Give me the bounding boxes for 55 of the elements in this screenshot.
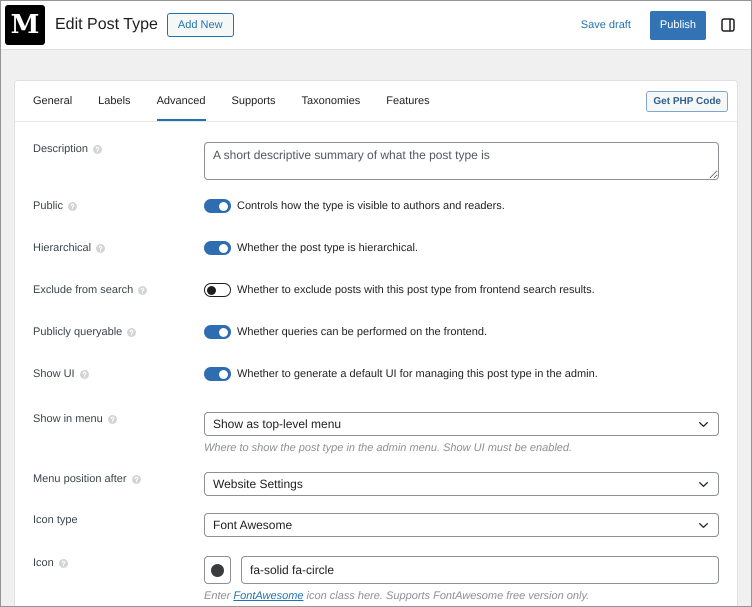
tab[interactable]: Labels [98, 81, 131, 121]
select-dropdown[interactable]: Show as top-level menu [204, 412, 719, 436]
field-label: Publicly queryable [33, 325, 122, 339]
help-icon[interactable] [93, 144, 102, 154]
field-hint: Where to show the post type in the admin menu. Show UI must be enabled. [204, 441, 574, 455]
logo[interactable]: M [5, 5, 45, 45]
field-label: Exclude from search [33, 283, 134, 297]
save-draft-button[interactable]: Save draft [580, 16, 631, 34]
help-icon[interactable] [132, 474, 141, 484]
circle-icon [211, 564, 224, 576]
help-icon[interactable] [96, 244, 106, 252]
toggle-description: Controls how the type is visible to authors and readers. [237, 199, 505, 213]
inline-link[interactable]: FontAwesome [233, 590, 304, 602]
help-icon[interactable] [68, 202, 77, 210]
tab[interactable]: Taxonomies [302, 81, 360, 121]
toggle-switch[interactable] [204, 367, 231, 381]
description-field[interactable]: A short descriptive summary of what the post type is [204, 142, 719, 180]
field-label: Public [33, 199, 63, 213]
help-icon[interactable] [58, 558, 68, 568]
toggle-switch[interactable] [204, 199, 231, 213]
icon-preview-button[interactable] [204, 556, 231, 584]
chevron-down-icon [699, 522, 708, 528]
select-dropdown[interactable]: Website Settings [204, 472, 719, 496]
toggle-description: Whether to generate a default UI for managing this post type in the admin. [237, 367, 598, 381]
toggle-switch[interactable] [204, 325, 231, 339]
field-hint: Enter FontAwesome icon class here. Supports FontAwesome free version only. [204, 589, 590, 603]
chevron-down-icon [699, 422, 708, 426]
tab[interactable]: Supports [232, 81, 276, 121]
help-icon[interactable] [108, 414, 117, 424]
field-label: Hierarchical [33, 241, 92, 255]
icon-class-field[interactable]: fa-solid fa-circle [241, 556, 719, 584]
field-label: Description [33, 142, 88, 156]
tab[interactable]: Features [386, 81, 430, 121]
tab[interactable]: General [33, 81, 72, 121]
help-icon[interactable] [127, 328, 136, 336]
toggle-description: Whether the post type is hierarchical. [237, 241, 418, 255]
toggle-description: Whether queries can be performed on the frontend. [237, 325, 488, 339]
chevron-down-icon [699, 482, 708, 486]
add-new-button[interactable]: Add New [166, 13, 234, 37]
field-label: Icon type [33, 513, 78, 527]
publish-button[interactable]: Publish [650, 10, 706, 40]
field-label: Show UI [33, 367, 75, 381]
field-label: Show in menu [33, 412, 103, 426]
select-dropdown[interactable]: Font Awesome [204, 513, 719, 537]
help-icon[interactable] [138, 286, 148, 294]
get-php-code-button[interactable]: Get PHP Code [646, 90, 728, 112]
toggle-switch[interactable] [204, 283, 231, 297]
help-icon[interactable] [80, 370, 89, 378]
field-label: Menu position after [33, 472, 127, 486]
toggle-description: Whether to exclude posts with this post type from frontend search results. [237, 283, 595, 297]
tab[interactable]: Advanced [156, 81, 206, 121]
sidebar-panel-icon[interactable] [721, 18, 735, 32]
field-label: Icon [33, 556, 54, 570]
toggle-switch[interactable] [204, 241, 231, 255]
page-title: Edit Post Type [55, 15, 158, 35]
